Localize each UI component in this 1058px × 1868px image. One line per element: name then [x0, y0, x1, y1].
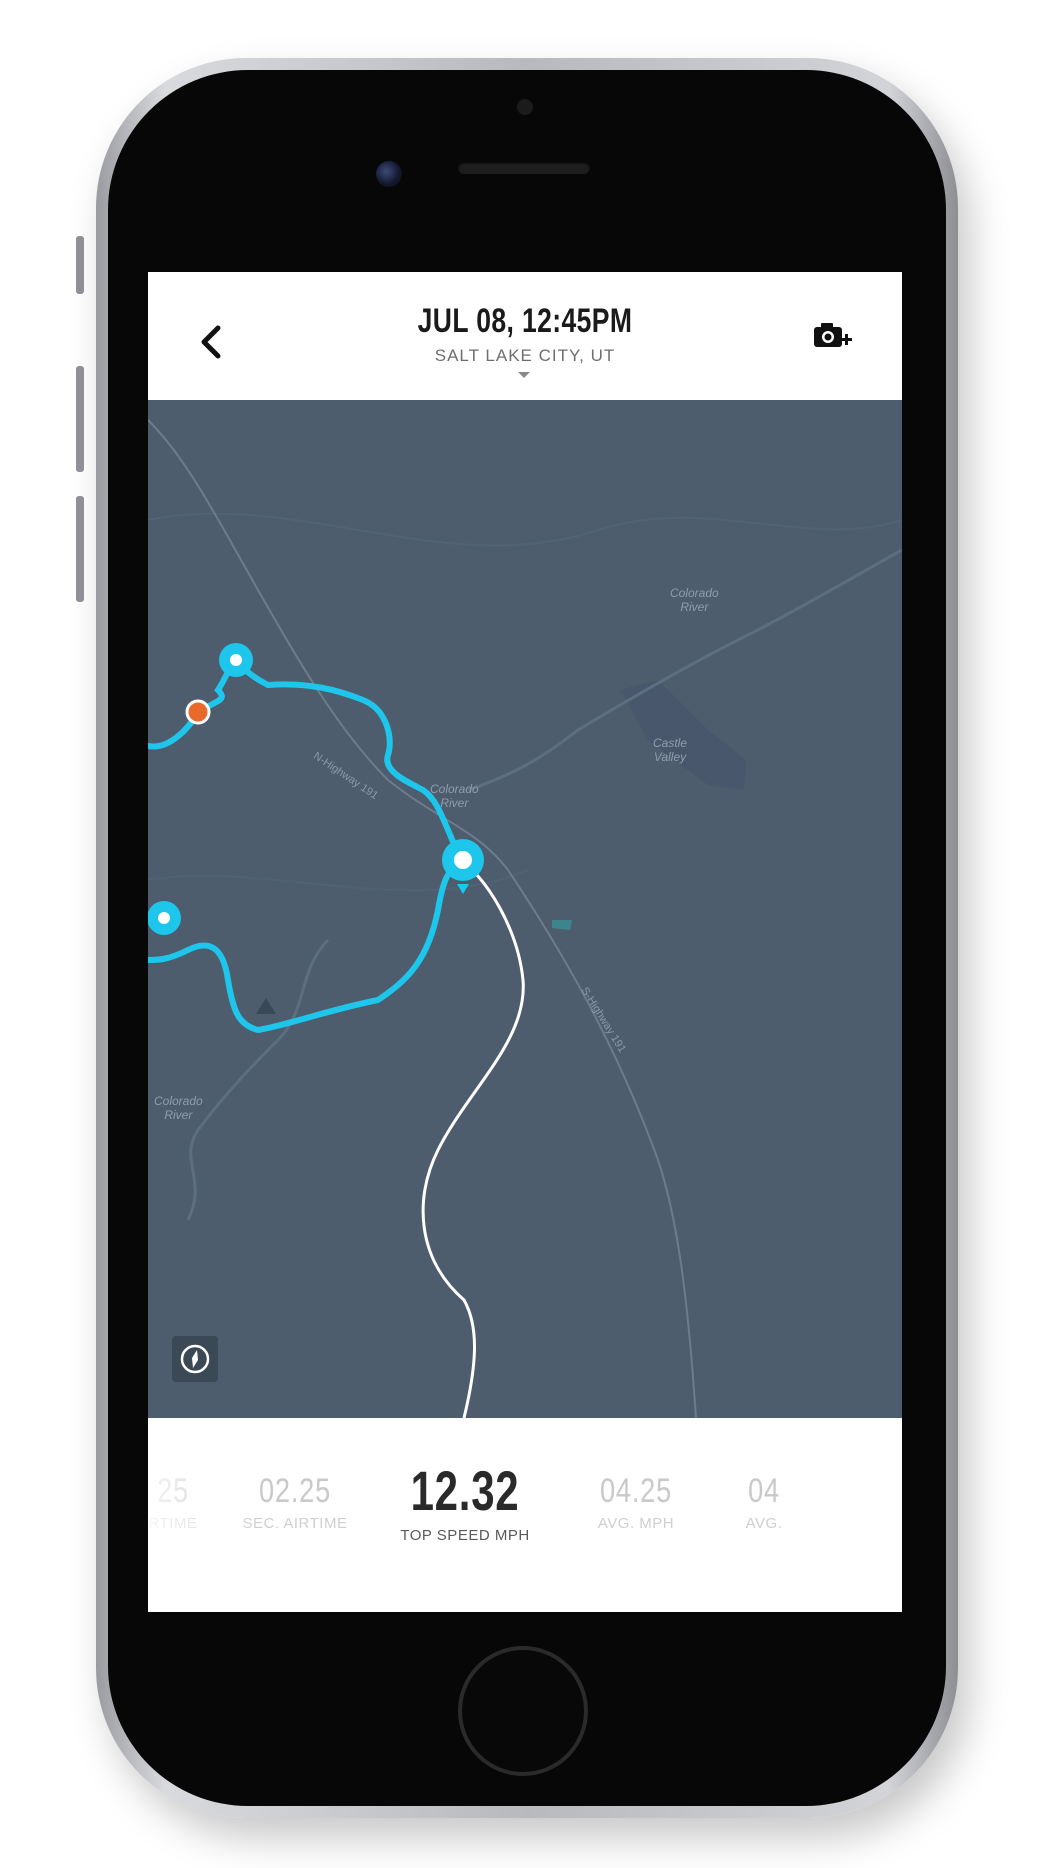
location-dropdown[interactable]: SALT LAKE CITY, UT — [148, 346, 902, 366]
map-label-colorado-river-east: Colorado River — [670, 586, 719, 614]
silent-switch — [76, 236, 84, 294]
stat-airtime: 25 RTIME — [148, 1472, 198, 1532]
waypoint-marker — [148, 901, 181, 935]
volume-down-button — [76, 496, 84, 602]
waypoint-marker — [219, 643, 253, 677]
compass-icon — [180, 1344, 210, 1374]
map-label-colorado-river-north: Colorado River — [430, 782, 479, 810]
front-camera — [376, 161, 402, 187]
map-marker-small — [552, 920, 572, 930]
camera-add-icon — [814, 323, 852, 347]
terrain-ridge — [148, 512, 902, 547]
earpiece-speaker — [458, 162, 590, 174]
poi-marker — [185, 699, 211, 725]
valley-shape — [620, 680, 746, 790]
stats-carousel[interactable]: 25 RTIME 02.25 SEC. AIRTIME 12.32 TOP SP… — [148, 1418, 902, 1612]
app-screen: JUL 08, 12:45PM SALT LAKE CITY, UT Color… — [148, 272, 902, 1612]
triangle-marker — [256, 998, 276, 1014]
stat-top-speed: 12.32 TOP SPEED MPH — [400, 1459, 530, 1544]
map-canvas — [148, 419, 902, 1418]
stat-avg-partial: 04 AVG. — [745, 1472, 783, 1532]
map-label-colorado-river-south: Colorado River — [154, 1094, 203, 1122]
header: JUL 08, 12:45PM SALT LAKE CITY, UT — [148, 272, 902, 400]
proximity-sensor — [517, 99, 533, 115]
current-path — [421, 858, 525, 1418]
stat-sec-airtime: 02.25 SEC. AIRTIME — [242, 1472, 348, 1532]
highway-191 — [148, 419, 697, 1418]
home-button[interactable] — [458, 1646, 588, 1776]
add-photo-button[interactable] — [812, 318, 854, 354]
compass-button[interactable] — [172, 1336, 218, 1382]
chevron-down-icon[interactable] — [518, 372, 530, 378]
page-title: JUL 08, 12:45PM — [417, 302, 633, 340]
river-lower — [186, 938, 330, 1221]
route-map[interactable]: Colorado River Castle Valley Colorado River… — [148, 400, 902, 1418]
volume-up-button — [76, 366, 84, 472]
carousel-fade-right — [812, 1418, 902, 1612]
map-label-castle-valley: Castle Valley — [653, 736, 688, 764]
stat-avg-mph: 04.25 AVG. MPH — [597, 1472, 675, 1532]
